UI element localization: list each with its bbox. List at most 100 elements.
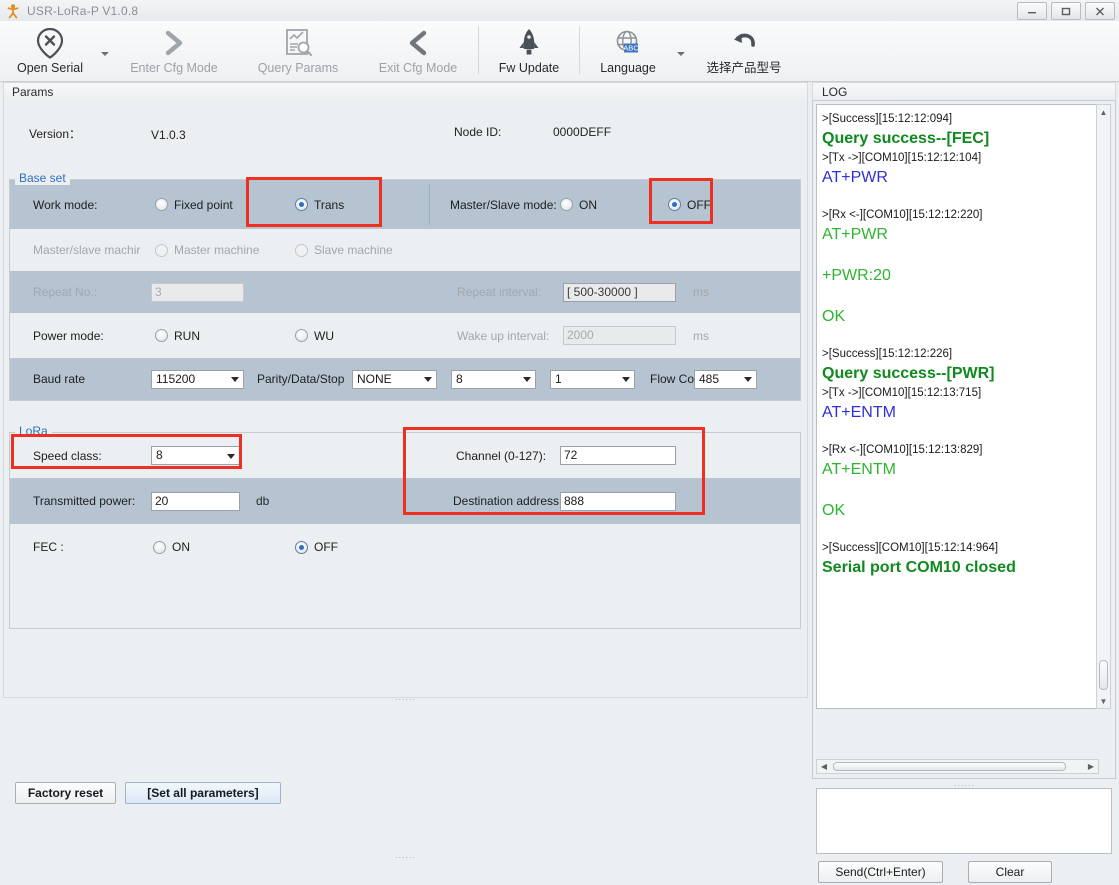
transmitted-power-input[interactable]: 20 xyxy=(151,491,240,511)
log-text: Serial port COM10 closed xyxy=(822,559,1016,576)
toolbar-open-serial[interactable]: Open Serial xyxy=(0,21,100,86)
power-mode-wu-radio[interactable]: WU xyxy=(295,313,334,358)
toolbar-select-product-model[interactable]: 选择产品型号 xyxy=(686,21,802,86)
lora-title: LoRa xyxy=(15,424,52,438)
vertical-scroll-thumb[interactable] xyxy=(1099,660,1108,690)
log-meta: >[Success][15:12:12:094] xyxy=(822,113,953,125)
stop-bits-select[interactable]: 1 xyxy=(550,369,635,389)
query-params-icon xyxy=(283,26,313,60)
radio-indicator xyxy=(155,329,168,342)
baud-rate-select[interactable]: 115200 xyxy=(151,369,244,389)
power-mode-label-cell: Power mode: xyxy=(33,313,104,358)
row-divider xyxy=(429,184,430,225)
fec-label: FEC : xyxy=(33,540,64,554)
horizontal-scroll-thumb[interactable] xyxy=(833,762,1066,771)
data-bits-select-cell: 8 xyxy=(451,358,536,400)
repeat-interval-label-cell: Repeat interval: xyxy=(457,271,541,313)
baud-rate-label-cell: Baud rate xyxy=(33,358,85,400)
base-set-title: Base set xyxy=(15,171,70,185)
scroll-right-icon[interactable]: ▶ xyxy=(1084,762,1098,771)
chevron-down-icon xyxy=(231,377,239,382)
svg-text:ABC: ABC xyxy=(623,43,639,52)
log-vertical-scrollbar[interactable]: ▲ ▼ xyxy=(1096,104,1111,709)
send-input[interactable] xyxy=(816,788,1112,854)
repeat-no-input: 3 xyxy=(151,282,244,302)
master-slave-mode-on-radio[interactable]: ON xyxy=(560,180,597,229)
parity-label-cell: Parity/Data/Stop xyxy=(257,358,344,400)
repeat-no-field-cell: 3 xyxy=(151,271,244,313)
version-value: V1.0.3 xyxy=(151,128,186,142)
log-horizontal-scrollbar[interactable]: ◀ ▶ xyxy=(816,759,1099,774)
panel-splitter-grip-top[interactable]: ...... xyxy=(395,693,416,702)
work-mode-trans-radio[interactable]: Trans xyxy=(295,180,344,229)
power-mode-run-radio[interactable]: RUN xyxy=(155,313,200,358)
radio-indicator xyxy=(295,198,308,211)
speed-class-select[interactable]: 8 xyxy=(151,446,240,465)
flow-control-select[interactable]: 485 xyxy=(694,369,757,389)
toolbar-exit-cfg-mode[interactable]: Exit Cfg Mode xyxy=(358,21,478,86)
close-button[interactable] xyxy=(1085,2,1115,20)
log-output-area[interactable]: >[Success][15:12:12:094] Query success--… xyxy=(816,104,1099,709)
undo-arrow-icon xyxy=(729,26,759,60)
destination-address-field-cell: 888 xyxy=(560,478,676,524)
factory-reset-button[interactable]: Factory reset xyxy=(15,782,116,804)
scroll-left-icon[interactable]: ◀ xyxy=(817,762,831,771)
data-bits-select[interactable]: 8 xyxy=(451,369,536,389)
log-meta: >[Tx ->][COM10][15:12:12:104] xyxy=(822,152,982,164)
radio-label: Slave machine xyxy=(314,243,393,257)
chevron-down-icon xyxy=(227,453,235,459)
horizontal-scroll-track[interactable] xyxy=(831,762,1084,771)
work-mode-label: Work mode: xyxy=(33,197,98,212)
open-serial-dropdown-caret[interactable] xyxy=(100,21,110,81)
repeat-no-label-cell: Repeat No.: xyxy=(33,271,97,313)
send-button[interactable]: Send(Ctrl+Enter) xyxy=(818,861,943,883)
toolbar-language[interactable]: ABC Language xyxy=(580,21,676,86)
log-tab-label: LOG xyxy=(822,85,848,99)
scroll-up-icon[interactable]: ▲ xyxy=(1097,105,1110,119)
destination-address-label: Destination address xyxy=(453,494,560,508)
clear-button[interactable]: Clear xyxy=(968,861,1052,883)
version-label: Version： xyxy=(29,127,82,141)
log-text: AT+ENTM xyxy=(822,461,896,478)
radio-label: ON xyxy=(172,540,190,554)
toolbar-query-params[interactable]: Query Params xyxy=(238,21,358,86)
stop-bits-value: 1 xyxy=(555,371,562,386)
fec-on-radio[interactable]: ON xyxy=(153,524,190,570)
toolbar-enter-cfg-mode[interactable]: Enter Cfg Mode xyxy=(110,21,238,86)
log-tab-header[interactable]: LOG xyxy=(812,82,1116,100)
wake-up-field-cell: 2000 xyxy=(563,313,676,358)
language-dropdown-caret[interactable] xyxy=(676,21,686,81)
transmitted-power-field-cell: 20 xyxy=(151,478,240,524)
channel-input[interactable]: 72 xyxy=(560,446,676,465)
master-slave-mode-off-radio[interactable]: OFF xyxy=(668,180,711,229)
parity-select[interactable]: NONE xyxy=(352,369,437,389)
fec-row: FEC : ON OFF xyxy=(10,524,800,628)
radio-indicator xyxy=(295,329,308,342)
app-logo-icon xyxy=(5,3,21,19)
log-meta: >[Success][COM10][15:12:14:964] xyxy=(822,542,999,554)
log-splitter-grip[interactable]: ...... xyxy=(954,779,975,788)
panel-splitter-grip-bottom[interactable]: ...... xyxy=(395,851,416,860)
radio-label: ON xyxy=(579,197,597,212)
transmitted-power-label: Transmitted power: xyxy=(33,494,136,508)
destination-address-input[interactable]: 888 xyxy=(560,491,676,511)
work-mode-fixed-point-radio[interactable]: Fixed point xyxy=(155,180,233,229)
channel-field-cell: 72 xyxy=(560,433,676,478)
radio-label: OFF xyxy=(314,540,338,554)
set-all-parameters-button[interactable]: [Set all parameters] xyxy=(125,782,281,804)
log-text: AT+PWR xyxy=(822,226,888,243)
speed-class-label: Speed class: xyxy=(33,448,102,463)
repeat-interval-field-cell: [ 500-30000 ] xyxy=(563,271,676,313)
maximize-button[interactable] xyxy=(1051,2,1081,20)
transmitted-power-label-cell: Transmitted power: xyxy=(33,478,135,524)
flow-control-select-cell: 485 xyxy=(694,358,757,400)
log-meta: >[Success][15:12:12:226] xyxy=(822,348,953,360)
toolbar-fw-update[interactable]: Fw Update xyxy=(479,21,579,86)
fec-off-radio[interactable]: OFF xyxy=(295,524,338,570)
repeat-interval-input[interactable]: [ 500-30000 ] xyxy=(563,282,676,302)
minimize-button[interactable] xyxy=(1017,2,1047,20)
scroll-down-icon[interactable]: ▼ xyxy=(1097,694,1110,708)
params-tab-header[interactable]: Params xyxy=(3,82,808,100)
log-spacer xyxy=(822,481,1093,499)
speed-class-label-cell: Speed class: xyxy=(33,433,102,478)
